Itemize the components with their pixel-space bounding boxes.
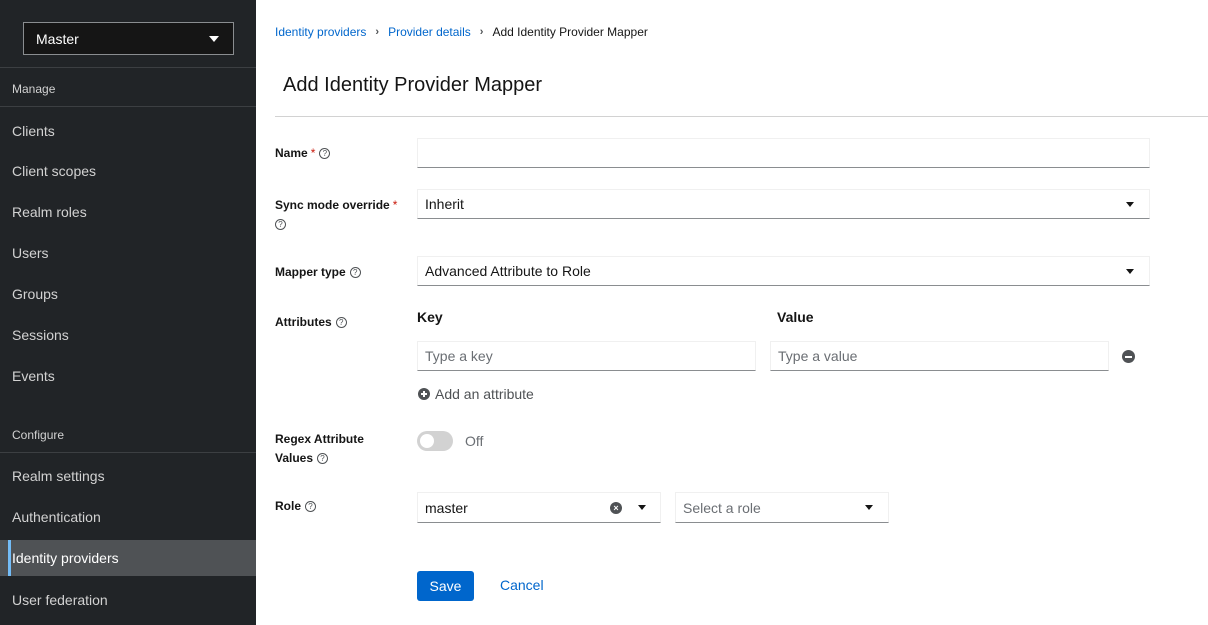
realm-selector[interactable]: Master <box>23 22 234 55</box>
name-label-text: Name <box>275 146 308 160</box>
caret-down-icon <box>865 505 873 510</box>
sidebar-item-groups[interactable]: Groups <box>0 276 256 312</box>
save-button[interactable]: Save <box>417 571 474 601</box>
regex-label-line1: Regex Attribute <box>275 432 364 446</box>
nav-divider <box>0 67 256 68</box>
mapper-type-value: Advanced Attribute to Role <box>425 263 591 279</box>
sidebar-item-client-scopes[interactable]: Client scopes <box>0 153 256 189</box>
nav-section-configure: Configure <box>12 428 65 442</box>
sidebar-item-clients[interactable]: Clients <box>0 113 256 149</box>
sidebar-item-authentication[interactable]: Authentication <box>0 499 256 535</box>
clear-icon[interactable]: × <box>610 502 622 514</box>
sidebar-item-realm-settings[interactable]: Realm settings <box>0 458 256 494</box>
role-label-text: Role <box>275 499 302 513</box>
cancel-button[interactable]: Cancel <box>500 577 544 593</box>
sync-mode-label-text: Sync mode override <box>275 198 390 212</box>
attribute-value-input[interactable]: Type a value <box>770 341 1109 371</box>
nav-divider <box>0 452 256 453</box>
breadcrumb-provider-details[interactable]: Provider details <box>388 25 471 39</box>
breadcrumb-identity-providers[interactable]: Identity providers <box>275 25 366 39</box>
add-attribute-button[interactable]: Add an attribute <box>418 386 534 402</box>
regex-label: Regex Attribute Values? <box>275 430 364 468</box>
nav-section-manage: Manage <box>12 82 56 96</box>
breadcrumb-current: Add Identity Provider Mapper <box>492 25 648 39</box>
sidebar-item-events[interactable]: Events <box>0 358 256 394</box>
sync-mode-value: Inherit <box>425 196 464 212</box>
nav-divider <box>0 106 256 107</box>
mapper-type-label: Mapper type? <box>275 263 361 282</box>
sidebar-item-realm-roles[interactable]: Realm roles <box>0 194 256 230</box>
name-label: Name *? <box>275 144 331 163</box>
regex-label-line2: Values <box>275 451 314 465</box>
help-icon[interactable]: ? <box>349 267 361 279</box>
sidebar-item-sessions[interactable]: Sessions <box>0 317 256 353</box>
sidebar-item-identity-providers[interactable]: Identity providers <box>0 540 256 576</box>
help-icon[interactable]: ? <box>317 453 329 465</box>
help-icon[interactable]: ? <box>319 148 331 160</box>
attribute-key-input[interactable]: Type a key <box>417 341 756 371</box>
chevron-right-icon: › <box>375 26 380 38</box>
mapper-type-label-text: Mapper type <box>275 265 346 279</box>
regex-toggle[interactable] <box>417 431 453 451</box>
sidebar-item-user-federation[interactable]: User federation <box>0 582 256 618</box>
role-client-select[interactable]: master × <box>417 492 661 523</box>
role-select-placeholder: Select a role <box>683 499 761 516</box>
breadcrumb: Identity providers › Provider details › … <box>275 25 648 39</box>
toggle-knob <box>420 434 434 448</box>
remove-attribute-icon[interactable] <box>1122 350 1135 363</box>
add-attribute-label: Add an attribute <box>435 386 534 402</box>
caret-down-icon <box>209 36 219 42</box>
sync-mode-select[interactable]: Inherit <box>417 189 1150 219</box>
attributes-value-header: Value <box>777 309 814 325</box>
regex-toggle-state: Off <box>465 433 484 449</box>
caret-down-icon <box>638 505 646 510</box>
caret-down-icon <box>1126 202 1134 207</box>
attributes-key-header: Key <box>417 309 443 325</box>
help-icon[interactable]: ? <box>275 219 286 231</box>
help-icon[interactable]: ? <box>305 501 317 513</box>
required-marker: * <box>310 146 316 160</box>
role-select[interactable]: Select a role <box>675 492 889 523</box>
attributes-label: Attributes? <box>275 313 347 332</box>
plus-circle-icon <box>418 388 430 400</box>
help-icon[interactable]: ? <box>335 317 347 329</box>
sidebar-item-users[interactable]: Users <box>0 235 256 271</box>
required-marker: * <box>392 198 398 212</box>
mapper-type-select[interactable]: Advanced Attribute to Role <box>417 256 1150 286</box>
sync-mode-label: Sync mode override *? <box>275 196 405 234</box>
role-client-value: master <box>425 499 468 516</box>
name-input[interactable] <box>417 138 1150 168</box>
page-title: Add Identity Provider Mapper <box>283 74 543 96</box>
chevron-right-icon: › <box>479 26 484 38</box>
app-root: Master Manage Clients Client scopes Real… <box>0 0 1208 625</box>
title-divider <box>275 116 1208 117</box>
caret-down-icon <box>1126 269 1134 274</box>
role-label: Role? <box>275 497 317 516</box>
attributes-label-text: Attributes <box>275 315 332 329</box>
main-content: Identity providers › Provider details › … <box>256 0 1208 625</box>
realm-selector-value: Master <box>36 30 79 47</box>
sidebar: Master Manage Clients Client scopes Real… <box>0 0 256 625</box>
